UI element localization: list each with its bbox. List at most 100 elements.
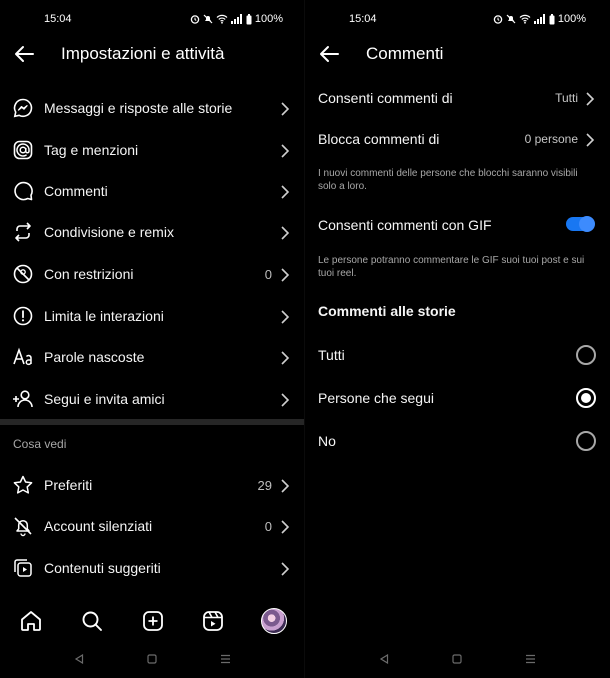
system-back-icon[interactable]	[379, 654, 389, 664]
chevron-right-icon	[586, 92, 595, 106]
comment-icon	[14, 181, 33, 201]
signal-icon	[230, 14, 242, 24]
menu-item-label: Con restrizioni	[44, 266, 134, 282]
block-comments-label: Blocca commenti di	[318, 131, 440, 147]
battery-icon	[246, 13, 252, 24]
status-time: 15:04	[44, 13, 72, 25]
radio-button-selected[interactable]	[576, 388, 596, 408]
star-icon	[13, 475, 33, 494]
battery-level: 100%	[557, 13, 586, 25]
system-menu-icon[interactable]	[525, 654, 536, 664]
back-arrow-icon[interactable]	[12, 42, 36, 66]
menu-item-label: Tag e menzioni	[44, 142, 139, 158]
allow-comments-label: Consenti commenti di	[318, 90, 453, 106]
back-arrow-icon[interactable]	[317, 42, 341, 66]
restricted-icon	[13, 264, 33, 284]
menu-item-count: 29	[257, 478, 272, 493]
menu-item-muted-accounts[interactable]: Account silenziati 0	[0, 506, 305, 547]
menu-item-comments[interactable]: Commenti	[0, 171, 305, 212]
chevron-right-icon	[281, 310, 290, 324]
settings-header: Impostazioni e attività	[0, 32, 305, 76]
story-option-label: Persone che segui	[318, 390, 434, 406]
menu-item-label: Limita le interazioni	[44, 308, 164, 324]
chevron-right-icon	[281, 393, 290, 407]
battery-icon	[549, 13, 555, 24]
menu-item-count: 0	[264, 267, 272, 282]
profile-avatar[interactable]	[261, 608, 287, 634]
menu-item-label: Parole nascoste	[44, 349, 145, 365]
system-home-icon[interactable]	[452, 654, 462, 664]
section-title: Cosa vedi	[13, 437, 67, 451]
toggle-knob	[579, 216, 595, 232]
menu-item-label: Account silenziati	[44, 518, 153, 534]
chevron-right-icon	[281, 185, 290, 199]
home-icon[interactable]	[18, 608, 44, 634]
status-icons: 100%	[493, 13, 586, 25]
muted-bell-icon	[14, 517, 32, 537]
menu-item-suggested-content[interactable]: Contenuti suggeriti	[0, 548, 305, 589]
story-option-everyone[interactable]: Tutti	[305, 335, 610, 375]
menu-item-label: Messaggi e risposte alle storie	[44, 100, 233, 116]
search-icon[interactable]	[79, 608, 105, 634]
chevron-right-icon	[281, 226, 290, 240]
mute-icon	[203, 14, 213, 24]
menu-item-hidden-words[interactable]: Parole nascoste	[0, 337, 305, 378]
menu-item-favorites[interactable]: Preferiti 29	[0, 465, 305, 506]
menu-item-label: Contenuti suggeriti	[44, 560, 161, 576]
block-comments-row[interactable]: Blocca commenti di 0 persone	[305, 119, 610, 159]
menu-item-follow-invite[interactable]: Segui e invita amici	[0, 379, 305, 420]
radio-button[interactable]	[576, 345, 596, 365]
settings-screen: 15:04 100% Impostazioni e attività Messa…	[0, 0, 305, 678]
alarm-icon	[190, 15, 200, 24]
radio-button[interactable]	[576, 431, 596, 451]
wifi-icon	[216, 14, 228, 24]
system-menu-icon[interactable]	[220, 654, 231, 664]
story-option-label: Tutti	[318, 347, 345, 363]
mute-icon	[506, 14, 516, 24]
status-time: 15:04	[349, 13, 377, 25]
add-person-icon	[13, 390, 33, 408]
menu-item-messages[interactable]: Messaggi e risposte alle storie	[0, 88, 305, 129]
chevron-right-icon	[281, 102, 290, 116]
story-option-label: No	[318, 433, 336, 449]
system-back-icon[interactable]	[74, 654, 84, 664]
system-nav	[0, 648, 305, 674]
chevron-right-icon	[281, 351, 290, 365]
menu-item-count: 0	[264, 519, 272, 534]
menu-item-label: Commenti	[44, 183, 108, 199]
suggested-content-icon	[14, 559, 32, 577]
story-option-off[interactable]: No	[305, 421, 610, 461]
chevron-right-icon	[281, 268, 290, 282]
menu-item-tags[interactable]: Tag e menzioni	[0, 130, 305, 171]
page-title: Commenti	[366, 44, 444, 63]
allow-comments-row[interactable]: Consenti commenti di Tutti	[305, 78, 610, 118]
status-icons: 100%	[190, 13, 283, 25]
menu-item-limit-interactions[interactable]: Limita le interazioni	[0, 296, 305, 337]
comments-header: Commenti	[305, 32, 610, 76]
reels-icon[interactable]	[200, 608, 226, 634]
new-post-icon[interactable]	[140, 608, 166, 634]
block-comments-value: 0 persone	[524, 132, 578, 146]
messenger-icon	[13, 98, 33, 118]
chevron-right-icon	[281, 144, 290, 158]
story-comments-title: Commenti alle storie	[318, 303, 456, 319]
wifi-icon	[519, 14, 531, 24]
chevron-right-icon	[281, 520, 290, 534]
at-sign-icon	[13, 140, 33, 160]
story-option-following[interactable]: Persone che segui	[305, 378, 610, 418]
menu-item-restricted[interactable]: Con restrizioni 0	[0, 254, 305, 295]
gif-comments-toggle[interactable]	[566, 216, 595, 232]
alarm-icon	[493, 15, 503, 24]
signal-icon	[533, 14, 545, 24]
system-nav	[305, 648, 610, 674]
menu-item-sharing-remix[interactable]: Condivisione e remix	[0, 212, 305, 253]
bottom-nav	[0, 600, 305, 642]
system-home-icon[interactable]	[147, 654, 157, 664]
comments-screen: 15:04 100% Commenti Consenti commenti di…	[305, 0, 610, 678]
gif-comments-label: Consenti commenti con GIF	[318, 217, 492, 233]
remix-icon	[15, 222, 31, 242]
text-aa-icon	[13, 347, 32, 366]
gif-comments-row: Consenti commenti con GIF	[305, 205, 610, 245]
chevron-right-icon	[586, 133, 595, 147]
alert-circle-icon	[13, 306, 33, 326]
